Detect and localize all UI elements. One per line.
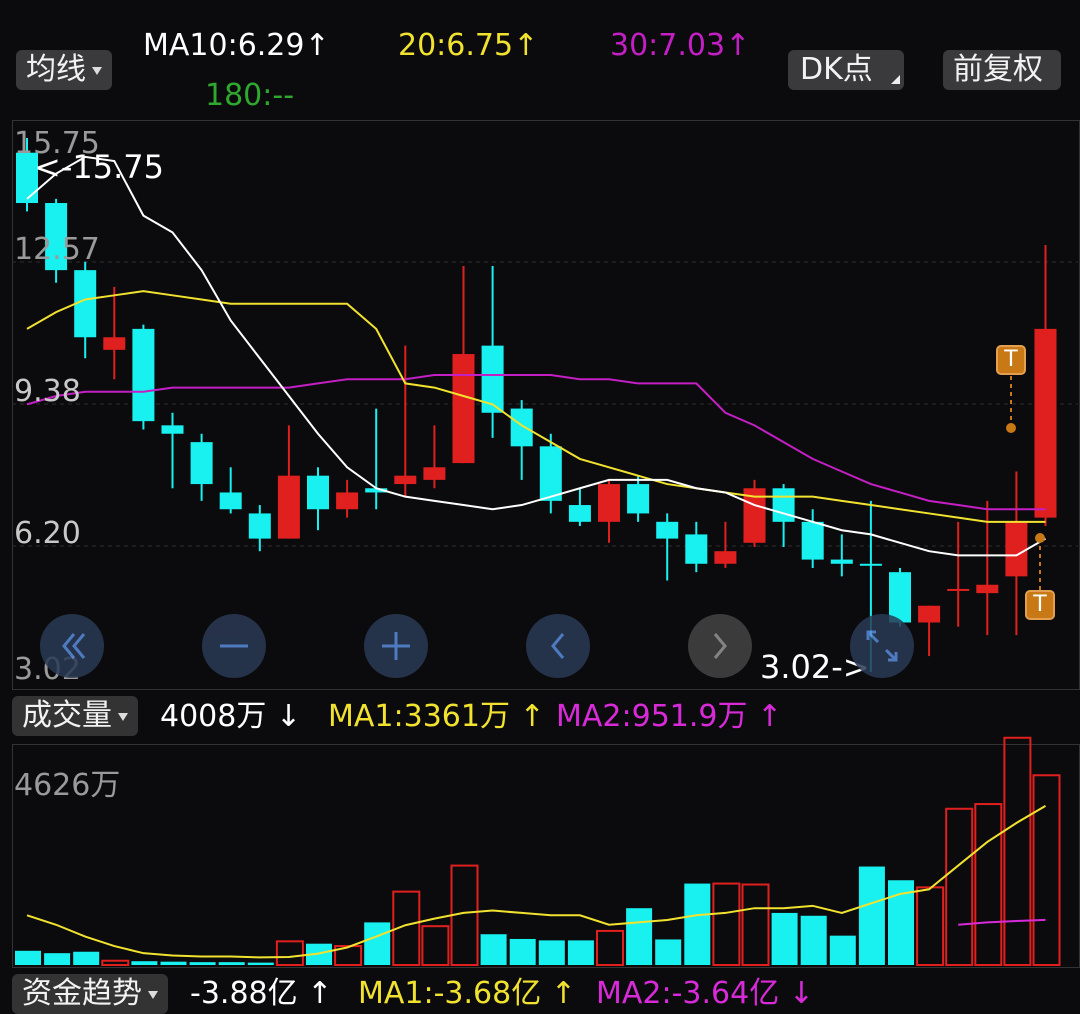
volume-bar-7	[189, 962, 216, 965]
volume-bar-25	[712, 882, 741, 967]
volume-bar-27	[771, 912, 798, 965]
fund-ma1-value: MA1:-3.68亿	[358, 976, 542, 1011]
volume-bar-36	[1032, 774, 1061, 967]
volume-bar-1	[15, 950, 41, 965]
volume-bar-5	[131, 961, 158, 965]
volume-chart[interactable]	[0, 0, 1080, 1001]
volume-bar-8	[218, 962, 245, 965]
fund-trend-button[interactable]: 资金趋势	[12, 974, 168, 1014]
volume-bar-18	[509, 938, 536, 965]
fund-ma1-legend: MA1:-3.68亿 ↑	[358, 976, 576, 1012]
volume-bar-20	[567, 940, 594, 965]
fund-trend-label: 资金趋势	[22, 976, 142, 1011]
volume-bar-6	[160, 961, 187, 965]
volume-bar-22	[626, 908, 653, 965]
volume-bar-21	[596, 929, 624, 966]
arrow-up-icon: ↑	[550, 976, 576, 1011]
volume-bar-28	[800, 915, 827, 965]
volume-bar-9	[247, 962, 274, 965]
volume-bar-30	[858, 866, 885, 965]
volume-bar-34	[974, 803, 1003, 967]
volume-bar-15	[421, 925, 450, 967]
fund-ma2-legend: MA2:-3.64亿 ↓	[596, 976, 814, 1012]
fund-value-legend: -3.88亿 ↑	[190, 976, 332, 1012]
volume-bar-4	[101, 959, 130, 967]
volume-bar-26	[741, 883, 770, 966]
fund-value: -3.88亿	[190, 976, 298, 1011]
volume-bar-13	[364, 922, 391, 965]
volume-bar-24	[684, 883, 711, 965]
arrow-down-icon: ↓	[788, 976, 814, 1011]
volume-bar-2	[44, 953, 71, 965]
volume-bar-19	[538, 940, 565, 965]
volume-bar-29	[829, 935, 856, 965]
volume-axis-label: 4626万	[14, 768, 121, 803]
volume-bar-17	[480, 934, 507, 965]
volume-bar-33	[945, 807, 974, 966]
volume-bar-35	[1003, 736, 1032, 966]
arrow-up-icon: ↑	[307, 976, 333, 1011]
chevron-down-icon	[148, 990, 158, 999]
volume-bar-3	[73, 951, 100, 965]
fund-ma2-value: MA2:-3.64亿	[596, 976, 780, 1011]
volume-bar-23	[655, 939, 682, 965]
volume-bar-10	[275, 940, 304, 967]
volume-bar-32	[916, 886, 945, 967]
